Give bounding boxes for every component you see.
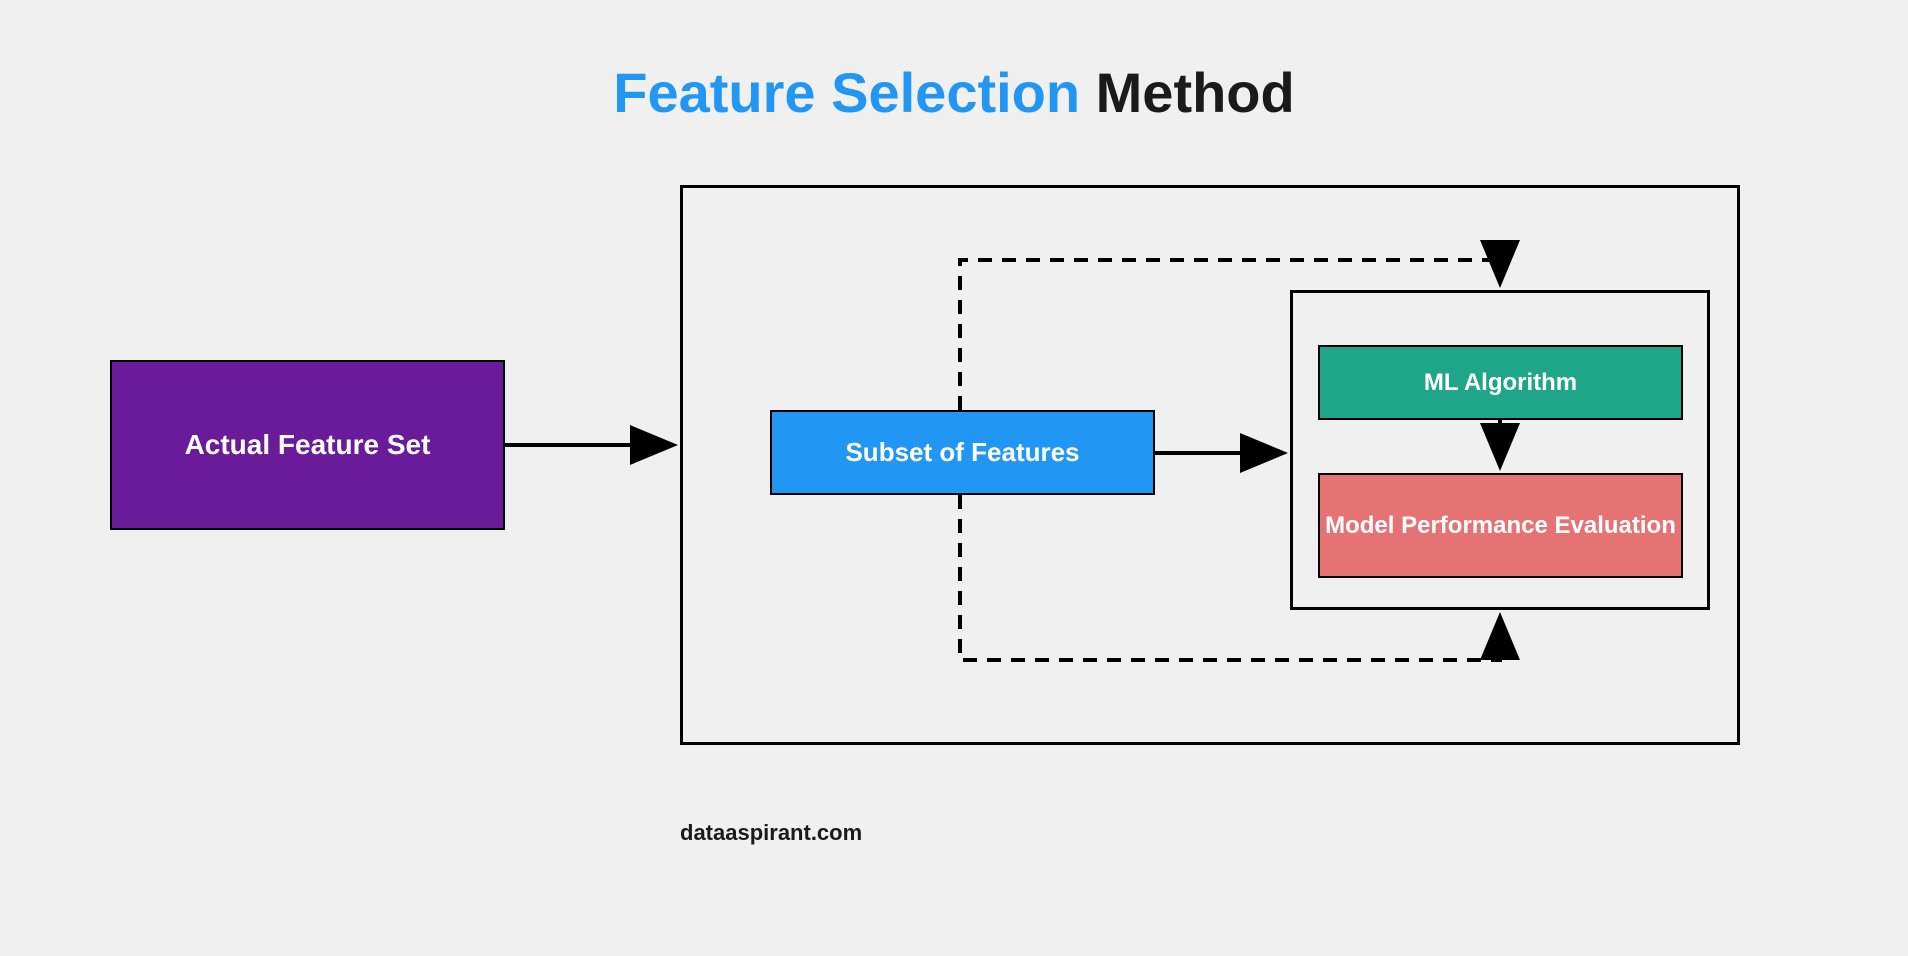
subset-features-label: Subset of Features	[845, 437, 1079, 468]
diagram-title: Feature Selection Method	[0, 0, 1908, 125]
ml-algorithm-label: ML Algorithm	[1424, 369, 1577, 397]
actual-feature-set-box: Actual Feature Set	[110, 360, 505, 530]
attribution-text: dataaspirant.com	[680, 820, 862, 846]
title-normal: Method	[1080, 61, 1295, 124]
model-performance-label: Model Performance Evaluation	[1325, 510, 1676, 541]
actual-feature-set-label: Actual Feature Set	[185, 429, 431, 461]
diagram-area: Actual Feature Set Subset of Features ML…	[0, 165, 1908, 865]
model-performance-box: Model Performance Evaluation	[1318, 473, 1683, 578]
ml-algorithm-box: ML Algorithm	[1318, 345, 1683, 420]
subset-features-box: Subset of Features	[770, 410, 1155, 495]
title-highlight: Feature Selection	[613, 61, 1080, 124]
